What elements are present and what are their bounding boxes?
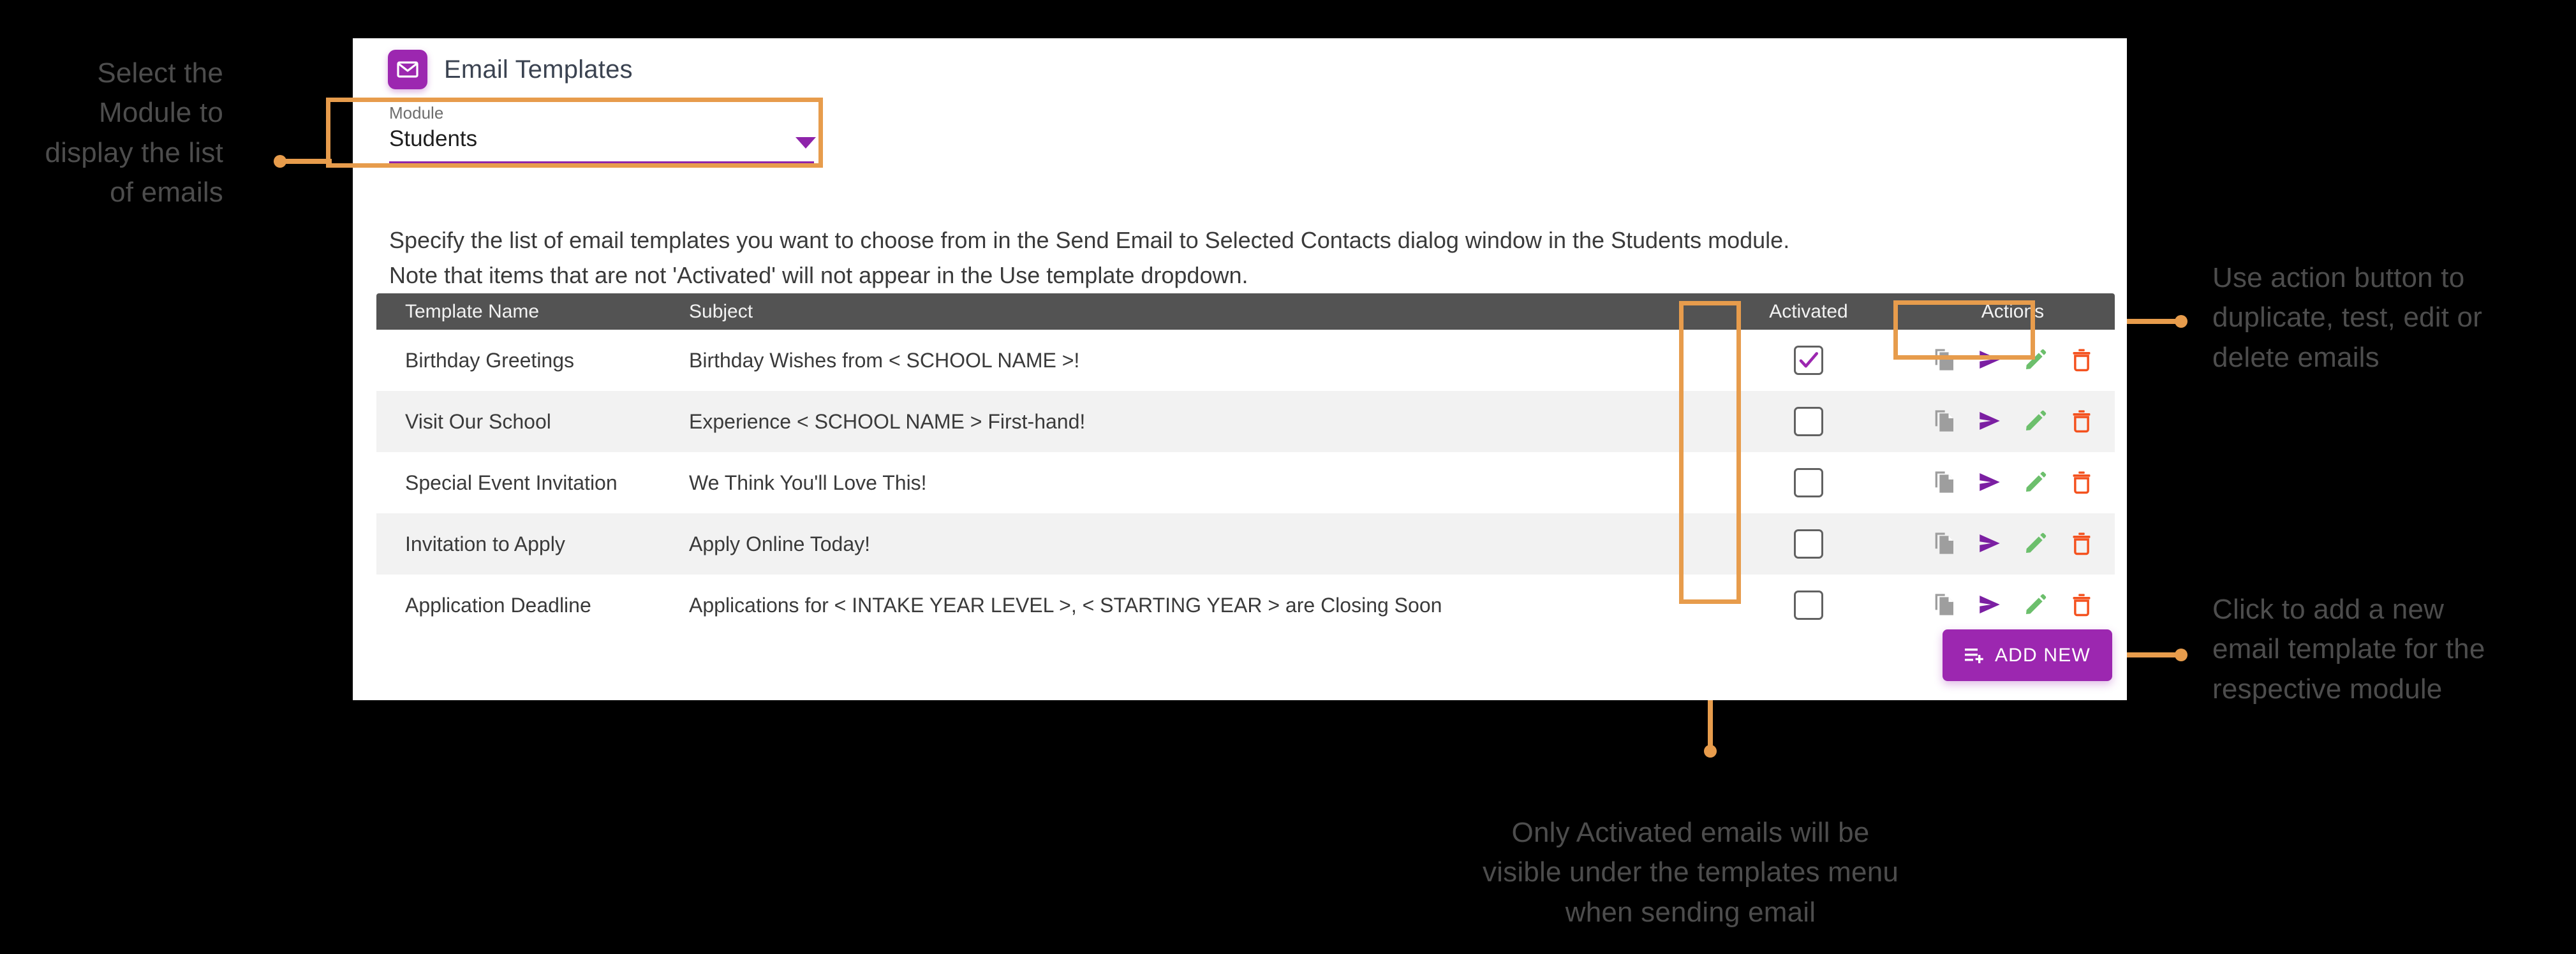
cell-actions <box>1911 406 2115 437</box>
delete-icon[interactable] <box>2067 467 2096 497</box>
table-header-row: Template Name Subject Activated Actions <box>376 293 2115 330</box>
activated-checkbox[interactable] <box>1794 407 1823 436</box>
delete-icon[interactable] <box>2067 345 2096 374</box>
send-icon[interactable] <box>1975 467 2004 497</box>
cell-template-name: Birthday Greetings <box>405 348 575 372</box>
edit-icon[interactable] <box>2021 590 2050 619</box>
cell-template-name: Invitation to Apply <box>405 532 565 555</box>
duplicate-icon[interactable] <box>1929 590 1958 619</box>
cell-actions <box>1911 529 2115 559</box>
add-new-button[interactable]: ADD NEW <box>1943 629 2112 681</box>
activated-checkbox[interactable] <box>1794 346 1823 375</box>
description: Specify the list of email templates you … <box>389 223 2048 293</box>
send-icon[interactable] <box>1975 406 2004 436</box>
annotation-activated: Only Activated emails will be visible un… <box>1482 817 1899 928</box>
description-line-1: Specify the list of email templates you … <box>389 227 1790 253</box>
cell-template-name: Application Deadline <box>405 593 591 617</box>
cell-subject: Apply Online Today! <box>689 532 871 555</box>
send-icon[interactable] <box>1975 590 2004 619</box>
activated-checkbox[interactable] <box>1794 591 1823 620</box>
delete-icon[interactable] <box>2067 406 2096 436</box>
row-action-group <box>1929 590 2096 619</box>
edit-icon[interactable] <box>2021 467 2050 497</box>
edit-icon[interactable] <box>2021 529 2050 558</box>
column-header-subject: Subject <box>689 300 753 322</box>
table-row: Special Event Invitation We Think You'll … <box>376 452 2115 513</box>
templates-table: Template Name Subject Activated Actions … <box>376 293 2115 636</box>
page-title: Email Templates <box>444 55 633 84</box>
description-line-2: Note that items that are not 'Activated'… <box>389 261 1248 288</box>
cell-subject: Experience < SCHOOL NAME > First-hand! <box>689 409 1086 433</box>
highlight-box-actions <box>1893 300 2035 360</box>
row-action-group <box>1929 406 2096 436</box>
table-row: Birthday Greetings Birthday Wishes from <… <box>376 330 2115 391</box>
card-header: Email Templates <box>353 38 2127 105</box>
cell-subject: Birthday Wishes from < SCHOOL NAME >! <box>689 348 1080 372</box>
delete-icon[interactable] <box>2067 529 2096 558</box>
cell-actions <box>1911 590 2115 620</box>
duplicate-icon[interactable] <box>1929 467 1958 497</box>
envelope-icon <box>388 50 427 89</box>
table-row: Visit Our School Experience < SCHOOL NAME… <box>376 391 2115 452</box>
highlight-box-module <box>326 98 823 168</box>
send-icon[interactable] <box>1975 529 2004 558</box>
delete-icon[interactable] <box>2067 590 2096 619</box>
row-action-group <box>1929 467 2096 497</box>
annotation-actions: Use action button to duplicate, test, ed… <box>2212 262 2483 373</box>
table-row: Application Deadline Applications for < I… <box>376 575 2115 636</box>
cell-subject: We Think You'll Love This! <box>689 471 927 494</box>
cell-template-name: Visit Our School <box>405 409 551 433</box>
annotation-add-new: Click to add a new email template for th… <box>2212 594 2485 705</box>
playlist-add-icon <box>1964 647 1985 664</box>
cell-template-name: Special Event Invitation <box>405 471 618 494</box>
edit-icon[interactable] <box>2021 406 2050 436</box>
table-row: Invitation to Apply Apply Online Today! <box>376 513 2115 575</box>
add-new-button-label: ADD NEW <box>1994 644 2091 666</box>
cell-subject: Applications for < INTAKE YEAR LEVEL >, … <box>689 593 1442 617</box>
column-header-template-name: Template Name <box>405 300 540 322</box>
cell-actions <box>1911 467 2115 498</box>
duplicate-icon[interactable] <box>1929 529 1958 558</box>
activated-checkbox[interactable] <box>1794 468 1823 497</box>
highlight-box-activated <box>1679 301 1741 604</box>
annotation-activated-dot <box>1704 745 1717 758</box>
annotation-module-line <box>284 159 332 164</box>
duplicate-icon[interactable] <box>1929 406 1958 436</box>
activated-checkbox[interactable] <box>1794 529 1823 559</box>
row-action-group <box>1929 529 2096 558</box>
table-body: Birthday Greetings Birthday Wishes from <… <box>376 330 2115 636</box>
annotation-module: Select the Module to display the list of… <box>45 57 223 209</box>
